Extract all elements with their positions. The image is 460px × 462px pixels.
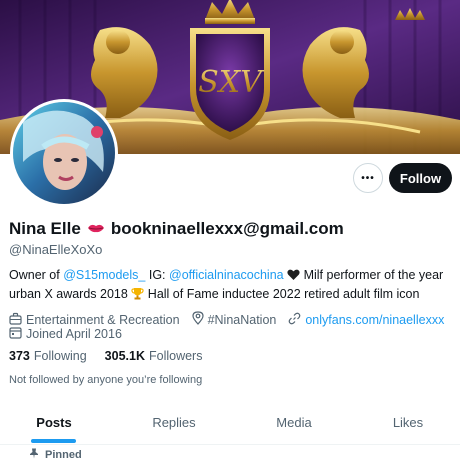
bio-mention-link[interactable]: @S15models_ [63, 268, 145, 282]
black-heart-icon [287, 269, 300, 286]
location-item: #NinaNation [191, 311, 277, 328]
trophy-icon [131, 287, 144, 305]
location-pin-icon [191, 311, 208, 328]
profile-name: Nina Elle [9, 219, 81, 238]
profile-name-row: Nina Elle bookninaellexxx@gmail.com [9, 219, 344, 239]
followers-label: Followers [148, 349, 203, 363]
bio-text: IG: [145, 268, 169, 282]
following-link[interactable]: 373 Following [9, 349, 87, 363]
active-tab-indicator [31, 439, 76, 443]
category-text: Entertainment & Recreation [26, 312, 180, 327]
bio-text: Owner of [9, 268, 64, 282]
joined-text: Joined April 2016 [26, 327, 122, 341]
kiss-lips-icon [87, 219, 105, 239]
link-icon [288, 312, 305, 328]
pinned-text: Pinned [45, 449, 82, 461]
follow-counts: 373 Following 305.1K Followers [9, 349, 220, 363]
profile-bio: Owner of @S15models_ IG: @officialninaco… [9, 267, 449, 305]
not-followed-note: Not followed by anyone you’re following [9, 374, 203, 386]
more-options-button[interactable]: ••• [353, 163, 383, 193]
tab-likes[interactable]: Likes [354, 400, 460, 444]
bio-text: Hall of Fame inductee 2022 retired adult… [144, 287, 420, 301]
calendar-icon [9, 326, 26, 342]
follow-button[interactable]: Follow [389, 163, 452, 193]
banner-monogram: SXV [198, 65, 265, 100]
location-text: #NinaNation [207, 312, 277, 327]
bio-mention-link[interactable]: @officialninacochina [169, 268, 284, 282]
avatar[interactable] [10, 99, 118, 207]
following-label: Following [33, 349, 87, 363]
website-link[interactable]: onlyfans.com/ninaellexxx [305, 313, 444, 327]
profile-handle: @NinaElleXoXo [9, 242, 103, 257]
more-icon: ••• [361, 172, 375, 184]
followers-count: 305.1K [104, 349, 145, 363]
profile-name-suffix: bookninaellexxx@gmail.com [110, 219, 344, 238]
tab-posts[interactable]: Posts [0, 400, 108, 444]
website-item[interactable]: onlyfans.com/ninaellexxx [288, 312, 444, 328]
joined-date: Joined April 2016 [9, 326, 122, 342]
following-count: 373 [9, 349, 30, 363]
tab-media[interactable]: Media [240, 400, 348, 444]
tab-replies[interactable]: Replies [120, 400, 228, 444]
followers-link[interactable]: 305.1K Followers [105, 349, 203, 363]
